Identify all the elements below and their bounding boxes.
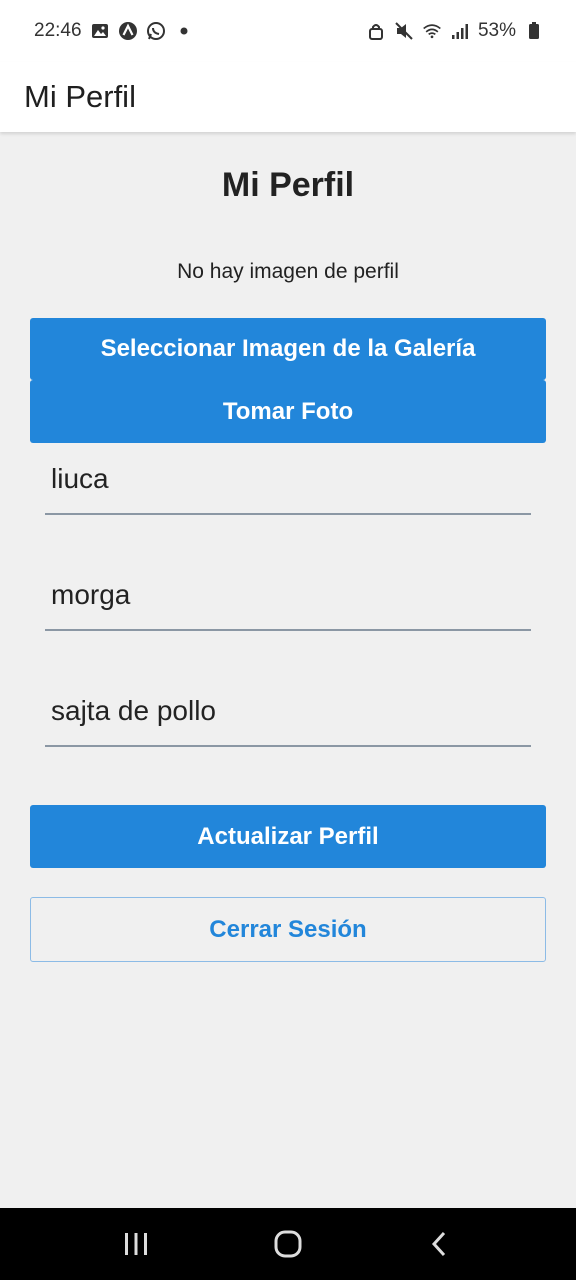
signal-icon	[450, 21, 470, 41]
last-name-field	[45, 571, 531, 631]
page-title: Mi Perfil	[221, 166, 355, 204]
recents-icon[interactable]	[106, 1214, 166, 1274]
system-nav-bar	[0, 1208, 576, 1280]
wifi-icon	[422, 21, 442, 41]
status-time: 22:46	[34, 20, 82, 41]
mute-icon	[394, 21, 414, 41]
whatsapp-icon	[146, 21, 166, 41]
last-name-input[interactable]	[45, 571, 531, 629]
select-gallery-image-button[interactable]: Seleccionar Imagen de la Galería	[30, 318, 546, 380]
gallery-icon	[90, 21, 110, 41]
take-photo-button[interactable]: Tomar Foto	[30, 380, 546, 443]
dot-icon	[174, 21, 194, 41]
status-bar: 22:46 53%	[0, 0, 576, 62]
battery-icon	[524, 21, 544, 41]
first-name-input[interactable]	[45, 455, 531, 513]
logout-button[interactable]: Cerrar Sesión	[30, 897, 546, 962]
third-input[interactable]	[45, 687, 531, 745]
home-icon[interactable]	[258, 1214, 318, 1274]
app-bar: Mi Perfil	[0, 62, 576, 132]
first-name-field	[45, 455, 531, 515]
app-bar-title: Mi Perfil	[24, 79, 136, 114]
third-field	[45, 687, 531, 747]
lock-icon	[366, 21, 386, 41]
battery-percent: 53%	[477, 20, 516, 41]
profile-content: Mi Perfil No hay imagen de perfil Selecc…	[0, 132, 576, 1208]
a-icon	[118, 21, 138, 41]
status-left: 22:46	[34, 20, 194, 42]
no-image-text: No hay imagen de perfil	[177, 260, 399, 283]
back-icon[interactable]	[410, 1214, 470, 1274]
status-right: 53%	[366, 20, 544, 42]
update-profile-button[interactable]: Actualizar Perfil	[30, 805, 546, 868]
